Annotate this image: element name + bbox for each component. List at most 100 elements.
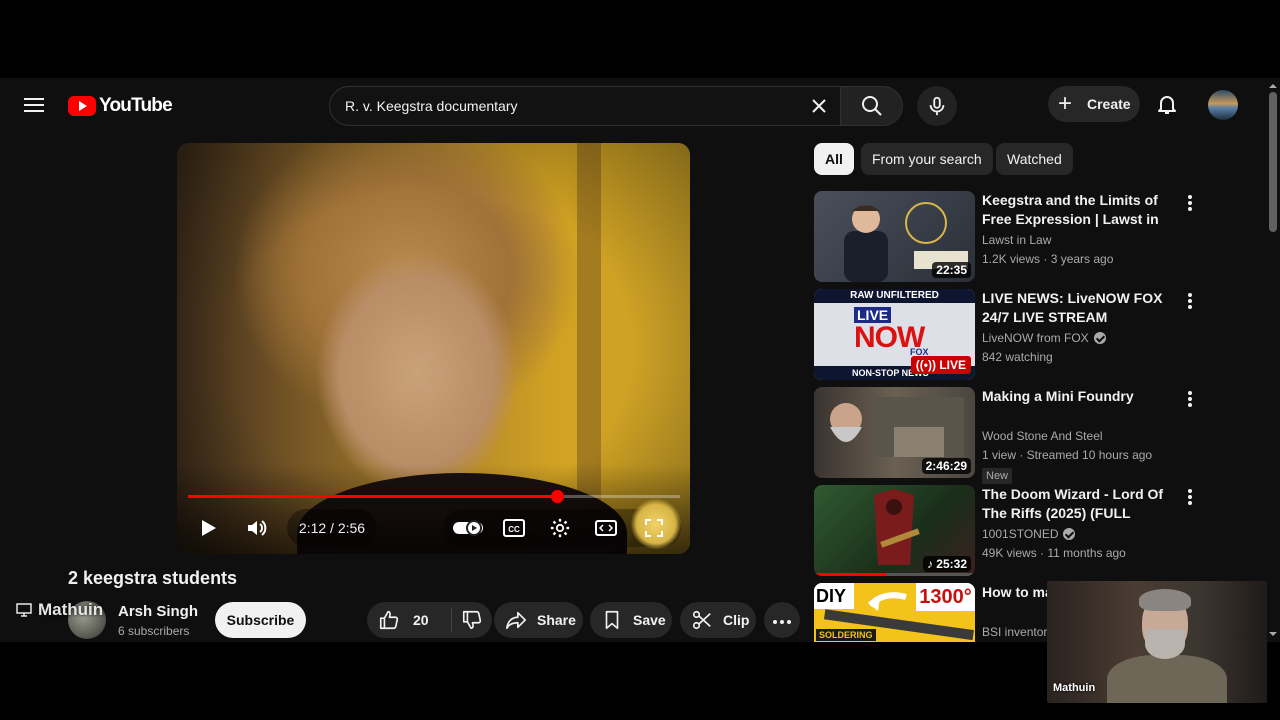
scrollbar-thumb[interactable] — [1269, 92, 1277, 232]
save-label: Save — [633, 612, 666, 628]
thumb-tag: SOLDERING — [816, 629, 876, 641]
video-thumbnail: 22:35 — [814, 191, 975, 282]
youtube-logo[interactable]: YouTube — [68, 94, 173, 118]
screen: YouTube + Create — [0, 0, 1280, 720]
live-badge-label: LIVE — [939, 358, 966, 372]
more-vertical-icon[interactable] — [1180, 289, 1200, 313]
related-video-meta: 49K views · 11 months ago — [982, 546, 1126, 560]
video-thumbnail: 2:46:29 — [814, 387, 975, 478]
related-video-4[interactable]: ♪ 25:32 The Doom Wizard - Lord Of The Ri… — [814, 485, 1214, 577]
play-icon — [202, 520, 216, 536]
chip-watched[interactable]: Watched — [996, 143, 1073, 175]
webcam-person-hair — [1139, 589, 1191, 611]
stream-overlay-name: Mathuin — [16, 600, 103, 620]
subscribe-button[interactable]: Subscribe — [215, 602, 306, 638]
related-video-channel[interactable]: Lawst in Law — [982, 233, 1051, 247]
related-video-1[interactable]: 22:35 Keegstra and the Limits of Free Ex… — [814, 191, 1214, 283]
video-duration: ♪ 25:32 — [922, 556, 971, 572]
webcam-person-body — [1107, 655, 1227, 703]
share-button[interactable]: Share — [494, 602, 583, 638]
autoplay-toggle[interactable] — [450, 510, 486, 546]
hamburger-menu-icon[interactable] — [22, 94, 46, 118]
progress-fill — [188, 495, 557, 498]
progress-bar[interactable] — [188, 490, 680, 503]
create-button[interactable]: + Create — [1048, 86, 1140, 122]
save-button[interactable]: Save — [590, 602, 672, 638]
related-video-channel[interactable]: BSI inventor — [982, 625, 1047, 639]
page-scrollbar[interactable] — [1266, 78, 1280, 642]
related-channel-name: Wood Stone And Steel — [982, 429, 1103, 443]
webcam-name-label: Mathuin — [1053, 682, 1096, 694]
search-input[interactable] — [345, 87, 785, 125]
chip-from-your-search[interactable]: From your search — [861, 143, 993, 175]
time-display: 2:12 / 2:56 — [287, 509, 377, 547]
thumb-banner-top: RAW UNFILTERED — [814, 289, 975, 303]
related-video-title: LIVE NEWS: LiveNOW FOX 24/7 LIVE STREAM — [982, 290, 1163, 325]
related-video-2[interactable]: RAW UNFILTERED LIVE NOW FOX NON-STOP NEW… — [814, 289, 1214, 381]
notifications-bell-icon[interactable] — [1155, 92, 1179, 116]
verified-check-icon — [1093, 332, 1106, 344]
youtube-play-icon — [68, 96, 96, 116]
search-icon — [861, 96, 882, 116]
video-actions-row: Arsh Singh 6 subscribers Subscribe 20 Sh… — [0, 598, 810, 642]
captions-button[interactable]: CC — [496, 510, 532, 546]
account-avatar[interactable] — [1208, 90, 1238, 120]
related-video-3[interactable]: 2:46:29 Making a Mini Foundry Wood Stone… — [814, 387, 1214, 484]
watched-bar-fill — [814, 573, 886, 576]
related-video-title: Keegstra and the Limits of Free Expressi… — [982, 192, 1159, 227]
top-bar: YouTube + Create — [0, 78, 1266, 134]
webcam-person-beard — [1145, 629, 1185, 659]
clip-button[interactable]: Clip — [680, 602, 756, 638]
video-thumbnail: DIY 1300° SOLDERING — [814, 583, 975, 642]
volume-button[interactable] — [239, 510, 275, 546]
voice-search-button[interactable] — [917, 86, 957, 126]
share-icon — [504, 608, 528, 632]
search-box — [329, 86, 841, 126]
subscriber-count: 6 subscribers — [118, 624, 190, 638]
watched-bar-track — [814, 573, 975, 576]
video-duration: 22:35 — [932, 262, 971, 278]
related-video-title: The Doom Wizard - Lord Of The Riffs (202… — [982, 486, 1164, 521]
related-video-meta: 1.2K views · 3 years ago — [982, 252, 1114, 266]
clear-search-icon[interactable] — [804, 91, 834, 121]
theater-mode-button[interactable] — [588, 510, 624, 546]
webcam-overlay: Mathuin — [1047, 581, 1267, 703]
more-horizontal-icon — [772, 612, 792, 628]
chip-all[interactable]: All — [814, 143, 854, 175]
monitor-icon — [16, 603, 32, 617]
gear-icon — [550, 518, 570, 538]
related-video-channel[interactable]: LiveNOW from FOX — [982, 331, 1106, 345]
live-badge: ((•)) LIVE — [910, 356, 971, 374]
scrubber-knob[interactable] — [551, 490, 564, 503]
bookmark-icon — [600, 608, 624, 632]
related-video-channel[interactable]: 1001STONED — [982, 527, 1076, 541]
scroll-down-arrow-icon[interactable] — [1266, 628, 1280, 640]
scroll-up-arrow-icon[interactable] — [1266, 80, 1280, 92]
related-channel-name: LiveNOW from FOX — [982, 331, 1089, 345]
dislike-button[interactable] — [452, 602, 492, 638]
volume-icon — [248, 520, 267, 536]
share-label: Share — [537, 612, 576, 628]
more-actions-button[interactable] — [764, 602, 800, 638]
settings-button[interactable] — [542, 510, 578, 546]
thumbs-down-icon — [460, 608, 484, 632]
search-button[interactable] — [841, 86, 903, 126]
more-vertical-icon[interactable] — [1180, 191, 1200, 215]
channel-name[interactable]: Arsh Singh — [118, 603, 198, 620]
autoplay-toggle-icon — [453, 520, 483, 536]
related-video-meta: 842 watching — [982, 350, 1053, 364]
plus-icon: + — [1058, 90, 1073, 117]
play-button[interactable] — [190, 510, 226, 546]
more-vertical-icon[interactable] — [1180, 387, 1200, 411]
video-duration: 2:46:29 — [921, 458, 971, 474]
stream-overlay-label: Mathuin — [38, 600, 104, 619]
verified-check-icon — [1063, 528, 1076, 540]
fullscreen-button[interactable] — [636, 510, 672, 546]
like-button[interactable]: 20 — [367, 602, 451, 638]
more-vertical-icon[interactable] — [1180, 485, 1200, 509]
related-video-channel[interactable]: Wood Stone And Steel — [982, 429, 1103, 443]
video-player[interactable]: 2:12 / 2:56 CC — [177, 143, 690, 554]
scissors-icon — [690, 608, 714, 632]
related-channel-name: BSI inventor — [982, 625, 1048, 639]
youtube-watch-page: YouTube + Create — [0, 78, 1280, 642]
